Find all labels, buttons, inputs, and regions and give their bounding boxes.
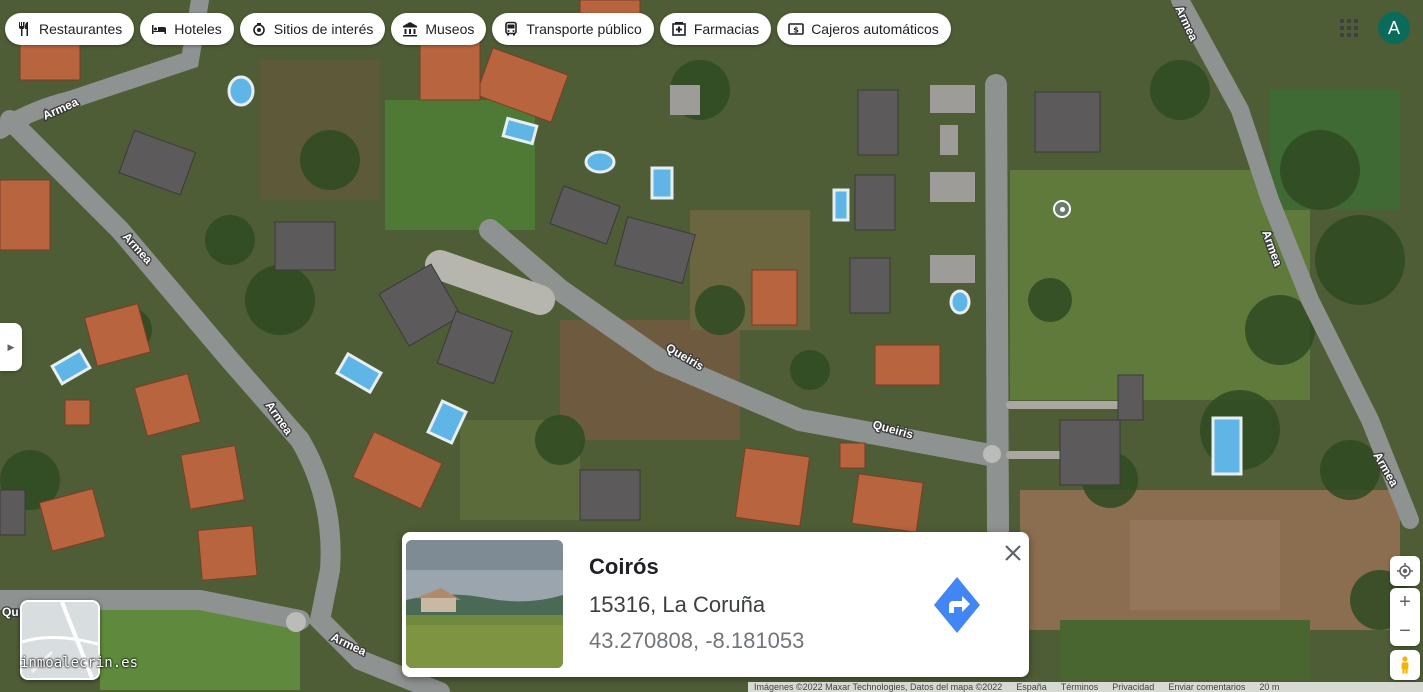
- imagery-attribution: Imágenes ©2022 Maxar Technologies, Datos…: [754, 682, 1003, 692]
- chip-label: Cajeros automáticos: [811, 21, 939, 37]
- camera-icon: [250, 20, 268, 38]
- close-icon[interactable]: [1002, 542, 1024, 564]
- place-coordinates: 43.270808, -8.181053: [589, 628, 805, 653]
- chip-museos[interactable]: Museos: [391, 13, 487, 45]
- chip-label: Museos: [425, 21, 475, 37]
- bed-icon: [150, 20, 168, 38]
- directions-icon[interactable]: [932, 575, 982, 635]
- chip-label: Hoteles: [174, 21, 222, 37]
- apps-grid-icon[interactable]: [1339, 18, 1359, 38]
- my-location-button[interactable]: [1390, 556, 1420, 586]
- fork-knife-icon: [15, 20, 33, 38]
- pharmacy-icon: [670, 20, 688, 38]
- chevron-right-icon: ▶: [7, 341, 15, 352]
- chip-label: Sitios de interés: [273, 21, 374, 37]
- category-chips: Restaurantes Hoteles Sitios de interés M…: [5, 13, 951, 45]
- chip-label: Transporte público: [526, 21, 642, 37]
- svg-text:$: $: [793, 26, 799, 35]
- privacy-link[interactable]: Privacidad: [1112, 682, 1154, 692]
- chip-label: Restaurantes: [39, 21, 123, 37]
- street-view-thumbnail[interactable]: [406, 540, 563, 668]
- museum-icon: [401, 20, 419, 38]
- chip-cajeros-automaticos[interactable]: $ Cajeros automáticos: [777, 13, 951, 45]
- bus-icon: [502, 20, 520, 38]
- terms-link[interactable]: Términos: [1061, 682, 1099, 692]
- chip-hoteles[interactable]: Hoteles: [140, 13, 234, 45]
- place-title: Coirós: [589, 554, 659, 579]
- map-footer: Imágenes ©2022 Maxar Technologies, Datos…: [748, 682, 1423, 692]
- zoom-controls: + −: [1390, 588, 1420, 646]
- chip-farmacias[interactable]: Farmacias: [659, 13, 772, 45]
- place-address: 15316, La Coruña: [589, 592, 766, 617]
- chip-label: Farmacias: [693, 21, 760, 37]
- location-target-icon: [1397, 563, 1413, 579]
- place-info-card[interactable]: Coirós 15316, La Coruña 43.270808, -8.18…: [402, 532, 1029, 677]
- expand-side-panel-button[interactable]: ▶: [0, 323, 22, 371]
- zoom-out-button[interactable]: −: [1390, 617, 1420, 646]
- chip-restaurantes[interactable]: Restaurantes: [5, 13, 135, 45]
- place-marker-icon[interactable]: [1053, 200, 1071, 218]
- feedback-link[interactable]: Enviar comentarios: [1168, 682, 1245, 692]
- pegman-icon[interactable]: [1390, 650, 1420, 680]
- atm-icon: $: [787, 20, 805, 38]
- zoom-in-button[interactable]: +: [1390, 588, 1420, 617]
- street-label-partial: Qu: [2, 605, 19, 619]
- watermark-text: inmoalecrin.es: [20, 655, 139, 671]
- scale-label: 20 m: [1259, 682, 1280, 692]
- chip-sitios-de-interes[interactable]: Sitios de interés: [239, 13, 386, 45]
- country-link[interactable]: España: [1016, 682, 1047, 692]
- chip-transporte-publico[interactable]: Transporte público: [492, 13, 654, 45]
- account-avatar[interactable]: A: [1378, 12, 1410, 44]
